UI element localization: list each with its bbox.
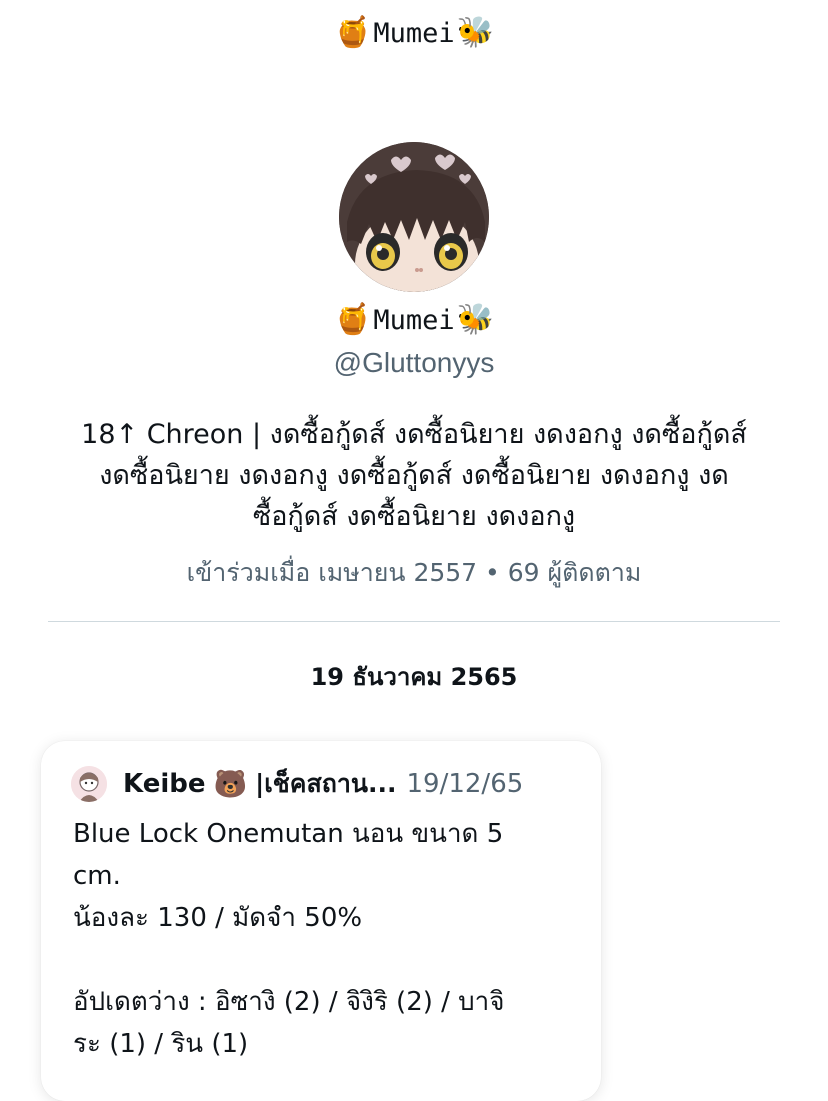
profile-handle: @Gluttonyys	[333, 347, 495, 378]
page-title: 🍯 Mumei 🐝	[0, 10, 828, 56]
page-title-text: Mumei	[373, 17, 455, 49]
divider	[48, 621, 780, 622]
profile-meta: เข้าร่วมเมื่อ เมษายน 2557 • 69 ผู้ติดตาม	[186, 558, 642, 587]
honey-pot-icon: 🍯	[334, 302, 372, 337]
honeybee-icon: 🐝	[456, 302, 494, 337]
profile-display-name: 🍯 Mumei 🐝	[0, 298, 828, 342]
date-heading: 19 ธันวาคม 2565	[310, 663, 518, 691]
honeybee-icon: 🐝	[456, 15, 494, 50]
tweet-body: Blue Lock Onemutan นอน ขนาด 5 cm. น้องละ…	[73, 813, 573, 1065]
tweet-card[interactable]: Keibe 🐻 |เช็คสถาน... 19/12/65 Blue Lock …	[41, 741, 601, 1101]
profile-name-text: Mumei	[373, 304, 455, 336]
tweet-author-avatar-image	[71, 766, 107, 802]
avatar-image	[339, 142, 489, 292]
tweet-author-name[interactable]: Keibe	[123, 769, 205, 799]
tweet-author-suffix: |เช็คสถาน...	[255, 769, 397, 798]
tweet-line: cm.	[73, 861, 121, 891]
tweet-header: Keibe 🐻 |เช็คสถาน... 19/12/65	[71, 763, 581, 805]
bear-icon: 🐻	[213, 769, 248, 800]
tweet-line: น้องละ 130 / มัดจำ 50%	[73, 903, 363, 933]
tweet-date[interactable]: 19/12/65	[407, 769, 524, 799]
honey-pot-icon: 🍯	[334, 15, 372, 50]
avatar[interactable]	[339, 142, 489, 292]
bio-line: งดซื้อนิยาย งดงอกงู งดซื้อกู้ดส์ งดซื้อน…	[99, 460, 729, 491]
profile-bio: 18↑ Chreon | งดซื้อกู้ดส์ งดซื้อนิยาย งด…	[40, 414, 788, 537]
tweet-line: อัปเดตว่าง : อิซางิ (2) / จิงิริ (2) / บ…	[73, 987, 505, 1017]
tweet-author-avatar[interactable]	[71, 766, 107, 802]
tweet-line: Blue Lock Onemutan นอน ขนาด 5	[73, 819, 504, 849]
bio-line: 18↑ Chreon | งดซื้อกู้ดส์ งดซื้อนิยาย งด…	[81, 419, 747, 450]
tweet-line: ระ (1) / ริน (1)	[73, 1029, 249, 1059]
bio-line: ซื้อกู้ดส์ งดซื้อนิยาย งดงอกงู	[252, 501, 576, 532]
